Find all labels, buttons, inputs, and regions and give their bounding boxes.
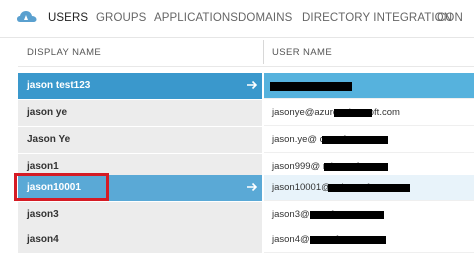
redaction-bar	[334, 109, 372, 117]
arrow-right-icon[interactable]	[246, 79, 258, 91]
display-name-cell[interactable]: jason ye	[18, 100, 262, 126]
column-header-display-name[interactable]: DISPLAY NAME	[27, 47, 101, 58]
azure-active-directory-icon[interactable]	[17, 8, 37, 26]
table-row[interactable]: jason3 jason3@ rosoft.com	[18, 202, 474, 228]
table-row[interactable]: Jason Ye jason.ye@ crosoft.com	[18, 127, 474, 153]
display-name: Jason Ye	[27, 134, 71, 145]
tab-applications[interactable]: APPLICATIONS	[154, 12, 238, 24]
user-name-cell[interactable]	[264, 73, 474, 99]
tab-users[interactable]: USERS	[48, 12, 88, 24]
display-name-cell[interactable]: jason3	[18, 202, 262, 228]
top-nav: USERS GROUPS APPLICATIONS DOMAINS DIRECT…	[0, 0, 474, 38]
highlight-annotation	[14, 173, 109, 201]
redaction-bar	[324, 163, 388, 171]
header-divider	[18, 66, 474, 67]
table-row[interactable]: jason ye jasonye@azure microsoft.com	[18, 100, 474, 126]
user-name-cell[interactable]: jason10001@ microsoft.com	[264, 175, 474, 201]
display-name: jason ye	[27, 107, 68, 118]
column-header-user-name[interactable]: USER NAME	[272, 47, 332, 58]
tab-configure[interactable]: CON	[437, 12, 463, 24]
display-name: jason test123	[27, 80, 91, 91]
redaction-bar	[322, 136, 388, 144]
table-row[interactable]: jason4 jason4@ crosoft.com	[18, 227, 474, 253]
user-name-cell[interactable]: jason4@ crosoft.com	[264, 227, 474, 253]
display-name: jason4	[27, 234, 59, 245]
redaction-bar	[310, 236, 386, 244]
user-name-cell[interactable]: jasonye@azure microsoft.com	[264, 100, 474, 126]
user-name-cell[interactable]: jason.ye@ crosoft.com	[264, 127, 474, 153]
column-divider	[263, 40, 264, 64]
display-name-cell[interactable]: jason4	[18, 227, 262, 253]
tab-directory-integration[interactable]: DIRECTORY INTEGRATION	[302, 12, 452, 24]
tab-groups[interactable]: GROUPS	[96, 12, 146, 24]
display-name: jason1	[27, 161, 59, 172]
nav-divider	[0, 37, 474, 38]
redaction-bar	[328, 184, 410, 192]
table-row[interactable]: jason test123	[18, 73, 474, 99]
redaction-bar	[270, 82, 352, 91]
arrow-right-icon[interactable]	[246, 181, 258, 193]
redaction-bar	[310, 211, 384, 219]
user-name-cell[interactable]: jason3@ rosoft.com	[264, 202, 474, 228]
display-name: jason3	[27, 209, 59, 220]
display-name-cell[interactable]: jason test123	[18, 73, 262, 99]
display-name-cell[interactable]: Jason Ye	[18, 127, 262, 153]
tab-domains[interactable]: DOMAINS	[238, 12, 292, 24]
